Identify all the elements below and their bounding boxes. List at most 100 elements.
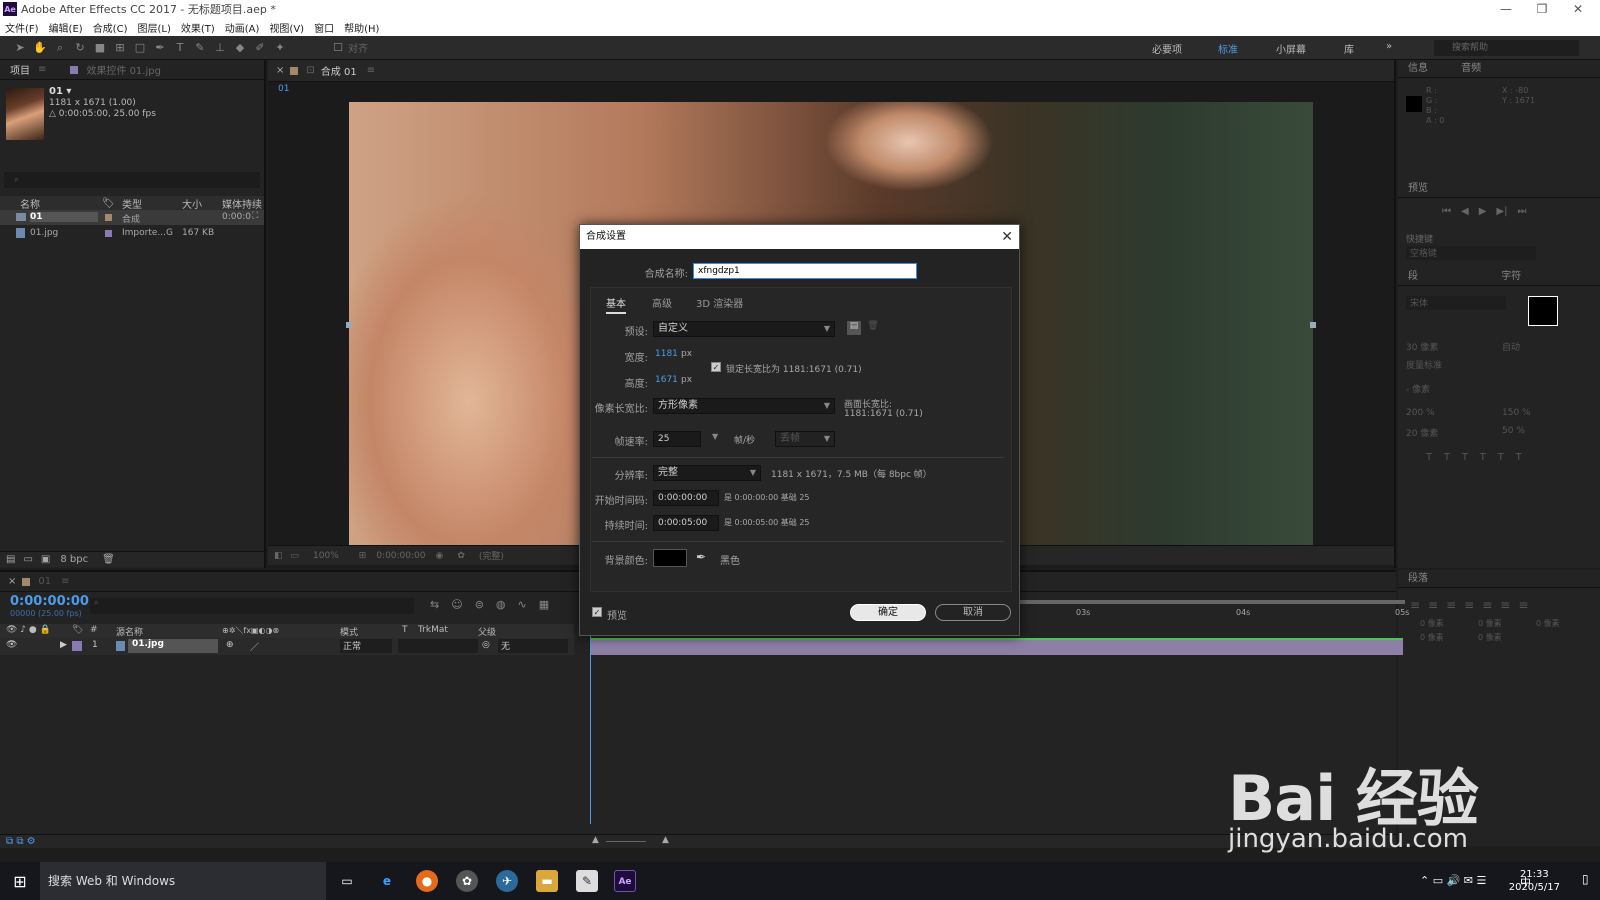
hand-tool-icon[interactable]: ✋ xyxy=(32,40,48,56)
shy-icon[interactable]: ☺ xyxy=(451,598,462,611)
paragraph-align-buttons[interactable]: ≡≡≡≡≡≡≡ xyxy=(1410,598,1536,612)
trkmat-select[interactable] xyxy=(398,639,478,653)
tab-project[interactable]: 项目 xyxy=(10,62,30,77)
blend-mode-select[interactable]: 正常 xyxy=(340,639,392,653)
bg-color-swatch[interactable] xyxy=(653,549,687,567)
ok-button[interactable]: 确定 xyxy=(850,604,926,621)
play-icon[interactable]: ▶ xyxy=(1479,206,1487,217)
interpret-footage-icon[interactable]: ▤ xyxy=(6,554,15,565)
task-view-icon[interactable]: ▭ xyxy=(336,870,358,892)
tab-advanced[interactable]: 高级 xyxy=(652,295,672,310)
restore-button[interactable]: ❐ xyxy=(1524,0,1560,18)
label-column-icon[interactable]: 🏷 xyxy=(72,625,83,635)
eyedropper-icon[interactable]: ✒ xyxy=(696,550,706,564)
menu-effect[interactable]: 效果(T) xyxy=(181,20,215,35)
close-window-button[interactable]: ✕ xyxy=(1560,0,1596,18)
motion-blur-icon[interactable]: ◍ xyxy=(496,598,506,611)
fps-input[interactable]: 25 xyxy=(653,431,701,447)
duration-input[interactable]: 0:00:05:00 xyxy=(653,515,719,531)
pen-tool-icon[interactable]: ✒ xyxy=(152,40,168,56)
zoom-in-icon[interactable]: ▲ xyxy=(662,835,669,845)
fps-dropdown-icon[interactable]: ▼ xyxy=(712,432,718,441)
col-type[interactable]: 类型 xyxy=(122,196,142,211)
camera-tool-icon[interactable]: ■ xyxy=(92,40,108,56)
menu-help[interactable]: 帮助(H) xyxy=(344,20,379,35)
panel-menu-icon[interactable]: ≡ xyxy=(367,65,375,76)
label-swatch[interactable] xyxy=(72,641,82,651)
tab-3d-renderer[interactable]: 3D 渲染器 xyxy=(696,295,743,310)
rotate-tool-icon[interactable]: ↻ xyxy=(72,40,88,56)
preview-title[interactable]: 预览 xyxy=(1408,183,1428,194)
preview-checkbox[interactable]: ✓ xyxy=(592,607,602,617)
current-timecode[interactable]: 0:00:00:00 xyxy=(10,594,89,609)
workspace-small-screen[interactable]: 小屏幕 xyxy=(1276,41,1306,56)
file-explorer-icon[interactable]: ▬ xyxy=(536,870,558,892)
menu-animation[interactable]: 动画(A) xyxy=(225,20,260,35)
composition-navigator-tab[interactable]: 01 xyxy=(278,84,289,98)
notification-center-icon[interactable]: ▯ xyxy=(1582,872,1589,886)
menu-layer[interactable]: 图层(L) xyxy=(137,20,170,35)
item-name[interactable]: 01 ▾ xyxy=(49,86,71,97)
col-trkmat[interactable]: TrkMat xyxy=(418,625,448,635)
panel-menu-icon[interactable]: ≡ xyxy=(61,576,69,587)
col-parent[interactable]: 父级 xyxy=(478,625,496,638)
always-preview-icon[interactable]: ◧ xyxy=(274,551,283,561)
stroke-width-field[interactable]: - 像素 xyxy=(1406,382,1430,395)
text-style-buttons[interactable]: TTTTTT xyxy=(1426,452,1534,463)
prev-frame-icon[interactable]: ◀ xyxy=(1461,206,1469,217)
font-size-field[interactable]: 30 像素 xyxy=(1406,340,1438,353)
tray-icons[interactable]: ⌃ ▭ 🔊 ✉ ☰ xyxy=(1420,874,1486,887)
eraser-tool-icon[interactable]: ◆ xyxy=(232,40,248,56)
baseline-shift-field[interactable]: 20 像素 xyxy=(1406,426,1438,439)
snapshot-icon[interactable]: ◉ xyxy=(436,551,444,561)
after-effects-taskbar-icon[interactable]: Ae xyxy=(614,870,636,892)
col-source-name[interactable]: 源名称 xyxy=(116,625,143,638)
delete-preset-icon[interactable]: 🗑 xyxy=(866,321,880,335)
kerning-field[interactable]: 度量标准 xyxy=(1406,358,1442,371)
selection-tool-icon[interactable]: ➤ xyxy=(12,40,28,56)
trash-icon[interactable]: 🗑 xyxy=(102,554,115,565)
parent-select[interactable]: 无 xyxy=(498,639,568,653)
dialog-close-icon[interactable]: ✕ xyxy=(1001,225,1013,249)
layer-row[interactable]: 👁 ▶ 1 01.jpg ⊕ ／ 正常 ◎ 无 xyxy=(0,638,574,655)
search-help-input[interactable]: 搜索帮助 xyxy=(1434,40,1579,56)
shortcut-select[interactable]: 空格键 xyxy=(1406,246,1536,260)
pick-whip-icon[interactable]: ◎ xyxy=(482,640,490,650)
lock-aspect-checkbox[interactable]: ✓ xyxy=(711,362,721,372)
indent-first-field[interactable]: 0 像素 xyxy=(1478,618,1502,629)
tab-audio[interactable]: 音频 xyxy=(1461,63,1481,74)
snapping-checkbox-icon[interactable]: ☐ xyxy=(330,40,346,56)
minimize-button[interactable]: — xyxy=(1488,0,1524,18)
col-duration[interactable]: 媒体持续 xyxy=(222,196,262,211)
rectangle-tool-icon[interactable]: □ xyxy=(132,40,148,56)
tab-basic[interactable]: 基本 xyxy=(606,295,626,314)
menu-window[interactable]: 窗口 xyxy=(314,20,334,35)
project-search-input[interactable]: ⌕ xyxy=(4,172,260,188)
resolution-select[interactable]: (完整) xyxy=(479,549,504,562)
layer-duration-bar[interactable] xyxy=(590,638,1403,655)
firefox-icon[interactable]: ● xyxy=(416,870,438,892)
tab-paragraph-short[interactable]: 段 xyxy=(1408,271,1418,282)
quality-switch-icon[interactable]: ／ xyxy=(250,640,259,653)
switches-icons[interactable]: ⊕✲＼fx▣◐◑⊗ xyxy=(222,625,279,636)
clone-stamp-tool-icon[interactable]: ⊥ xyxy=(212,40,228,56)
indent-right-field[interactable]: 0 像素 xyxy=(1536,618,1560,629)
next-frame-icon[interactable]: ▶| xyxy=(1496,206,1507,217)
brush-tool-icon[interactable]: ✎ xyxy=(192,40,208,56)
last-frame-icon[interactable]: ⏭ xyxy=(1517,206,1526,217)
edge-browser-icon[interactable]: e xyxy=(376,870,398,892)
timeline-search-input[interactable]: ⌕ xyxy=(90,598,414,614)
bpc-label[interactable]: 8 bpc xyxy=(60,554,88,565)
windows-start-icon[interactable]: ⊞ xyxy=(0,862,40,900)
first-frame-icon[interactable]: ⏮ xyxy=(1442,206,1451,217)
show-channel-icon[interactable]: ✿ xyxy=(457,551,465,561)
menu-file[interactable]: 文件(F) xyxy=(5,20,39,35)
taskbar-search-input[interactable]: 搜索 Web 和 Windows xyxy=(40,862,326,900)
width-value[interactable]: 1181 xyxy=(655,349,678,359)
cancel-button[interactable]: 取消 xyxy=(935,604,1011,621)
app-icon[interactable]: ✿ xyxy=(456,870,478,892)
menu-view[interactable]: 视图(V) xyxy=(269,20,304,35)
tab-timeline[interactable]: 01 xyxy=(38,576,51,587)
menu-edit[interactable]: 编辑(E) xyxy=(49,20,83,35)
comp-name-input[interactable]: xfngdzp1 xyxy=(693,263,917,279)
